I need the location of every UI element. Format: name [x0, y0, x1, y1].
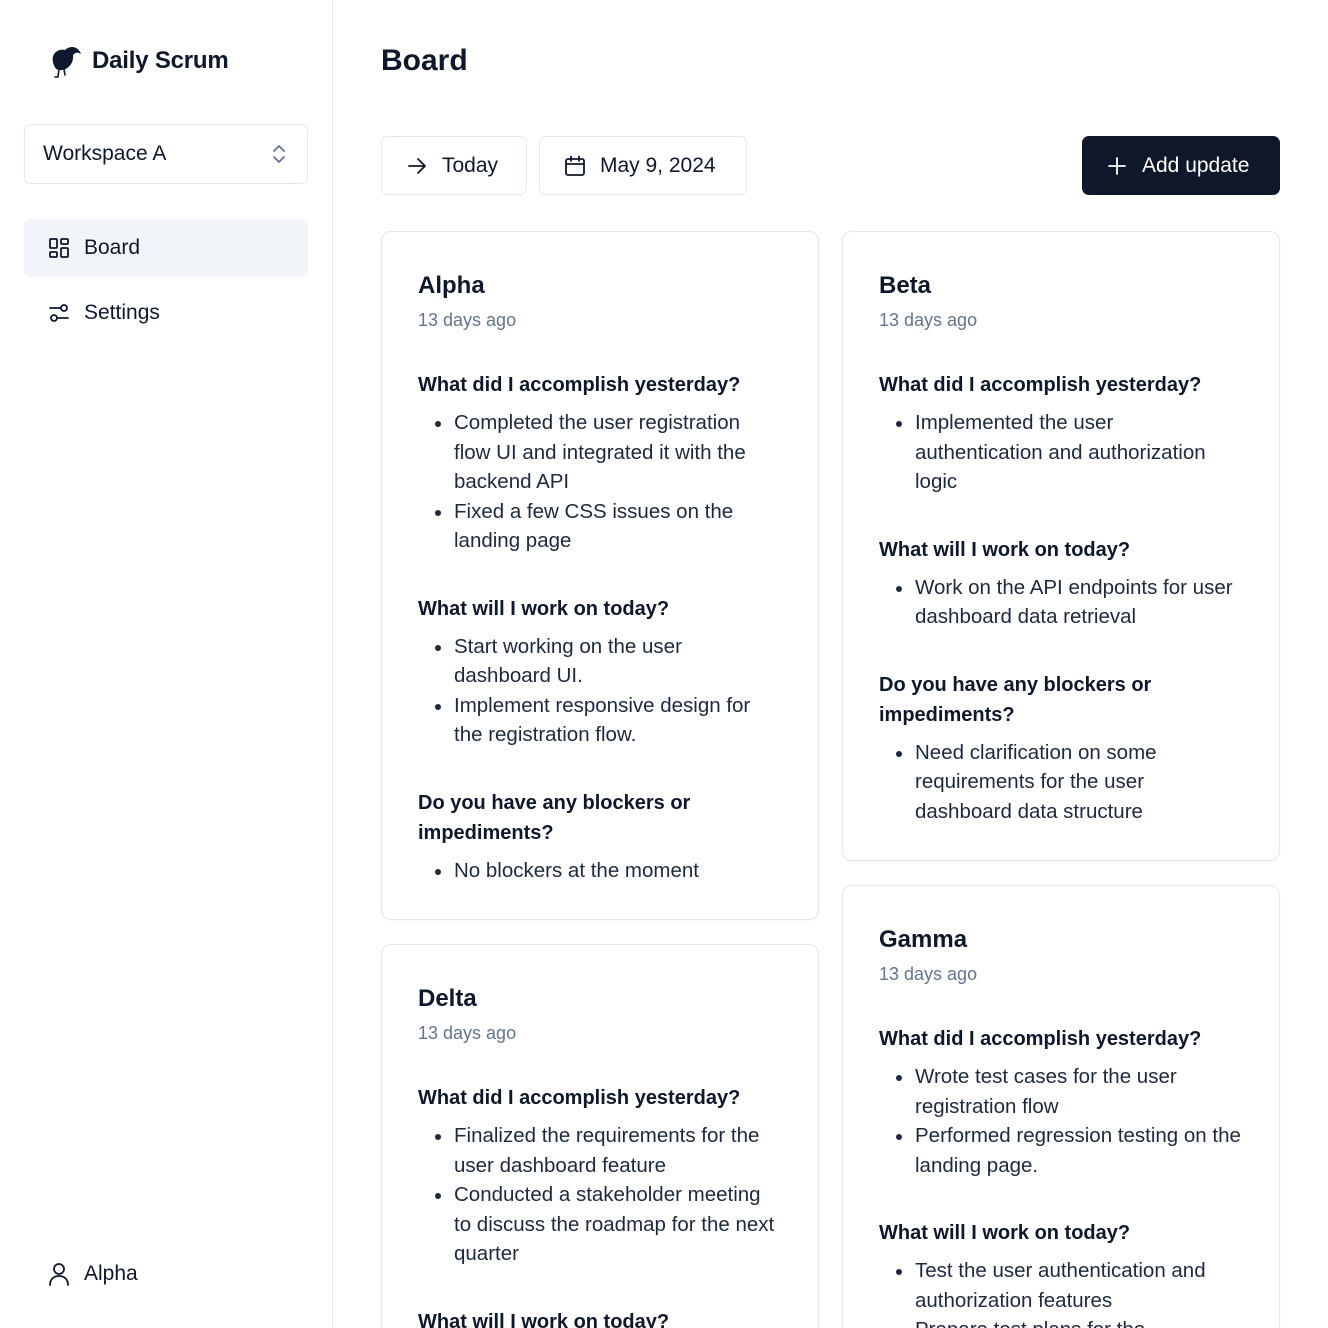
card-timestamp: 13 days ago [418, 310, 517, 330]
card-answer-item: Completed the user registration flow UI … [435, 408, 782, 497]
card-author: Alpha [418, 272, 485, 299]
add-update-button[interactable]: Add update [1082, 136, 1280, 195]
sidebar: Daily Scrum Workspace A Board Settings A… [0, 0, 333, 1328]
page-title: Board [381, 44, 468, 77]
board-icon [49, 238, 69, 258]
card-answer-item: Start working on the user dashboard UI. [435, 632, 782, 691]
card-answer-list: Need clarification on some requirements … [879, 738, 1243, 827]
update-card-delta: Delta 13 days ago What did I accomplish ye… [381, 944, 819, 1328]
card-answer-item: Wrote test cases for the user registrati… [896, 1062, 1243, 1121]
card-answer-list: Implemented the user authentication and … [879, 408, 1243, 497]
date-picker-button[interactable]: May 9, 2024 [539, 136, 747, 195]
card-answer-item: No blockers at the moment [435, 856, 782, 886]
card-author: Beta [879, 272, 932, 299]
user-name: Alpha [84, 1262, 138, 1285]
add-update-label: Add update [1142, 153, 1250, 177]
update-card-gamma: Gamma 13 days ago What did I accomplish ye… [842, 885, 1280, 1328]
card-answer-list: Test the user authentication and authori… [879, 1256, 1243, 1328]
nav-item-settings-label: Settings [84, 301, 160, 324]
card-answer-list: Completed the user registration flow UI … [418, 408, 782, 556]
card-question: What did I accomplish yesterday? [418, 374, 741, 396]
card-question: What will I work on today? [418, 1310, 670, 1328]
card-answer-list: Wrote test cases for the user registrati… [879, 1062, 1243, 1180]
card-answer-item: Fixed a few CSS issues on the landing pa… [435, 497, 782, 556]
card-question: Do you have any blockers or impediments? [879, 673, 1152, 726]
card-timestamp: 13 days ago [418, 1023, 517, 1043]
today-button[interactable]: Today [381, 136, 527, 195]
workspace-select[interactable]: Workspace A [24, 124, 308, 184]
calendar-icon [565, 155, 585, 176]
nav-item-board[interactable]: Board [24, 219, 308, 277]
card-answer-item: Work on the API endpoints for user dashb… [896, 573, 1243, 632]
card-timestamp: 13 days ago [879, 310, 978, 330]
card-author: Delta [418, 985, 477, 1012]
card-question: What will I work on today? [879, 1222, 1131, 1244]
card-answer-list: No blockers at the moment [418, 856, 782, 886]
card-answer-list: Start working on the user dashboard UI. I… [418, 632, 782, 750]
user-menu[interactable]: Alpha [24, 1245, 308, 1303]
plus-icon [1108, 156, 1126, 175]
app-name: Daily Scrum [92, 47, 229, 74]
card-question: What will I work on today? [879, 538, 1131, 561]
kiwi-logo-icon [52, 46, 81, 78]
card-question: What did I accomplish yesterday? [879, 1028, 1202, 1050]
nav-item-board-label: Board [84, 236, 141, 259]
card-answer-item: Test the user authentication and authori… [896, 1256, 1243, 1315]
workspace-select-value: Workspace A [43, 142, 167, 165]
date-picker-label: May 9, 2024 [600, 153, 716, 177]
card-answer-item: Finalized the requirements for the user … [435, 1121, 782, 1180]
update-card-alpha: Alpha 13 days ago What did I accomplish ye… [381, 231, 819, 920]
chevron-up-down-icon [273, 145, 285, 163]
card-answer-list: Work on the API endpoints for user dashb… [879, 573, 1243, 632]
brand[interactable]: Daily Scrum [46, 44, 229, 78]
card-question: What did I accomplish yesterday? [879, 374, 1202, 396]
card-answer-item: Prepare test plans for the [896, 1315, 1243, 1328]
card-answer-item: Implement responsive design for the regi… [435, 691, 782, 750]
user-icon [49, 1263, 69, 1286]
card-answer-item: Implemented the user authentication and … [896, 408, 1243, 497]
today-button-label: Today [442, 153, 499, 177]
card-question: Do you have any blockers or impediments? [418, 791, 691, 844]
card-answer-list: Finalized the requirements for the user … [418, 1121, 782, 1269]
card-answer-item: Performed regression testing on the land… [896, 1121, 1243, 1180]
arrow-right-icon [408, 157, 426, 174]
update-card-beta: Beta 13 days ago What did I accomplish yes… [842, 231, 1280, 861]
card-question: What will I work on today? [418, 597, 670, 620]
card-answer-item: Need clarification on some requirements … [896, 738, 1243, 827]
settings-icon [49, 304, 69, 322]
card-timestamp: 13 days ago [879, 964, 978, 984]
card-answer-item: Conducted a stakeholder meeting to discu… [435, 1180, 782, 1269]
nav-item-settings[interactable]: Settings [24, 284, 308, 342]
card-author: Gamma [879, 926, 968, 953]
card-question: What did I accomplish yesterday? [418, 1087, 741, 1109]
